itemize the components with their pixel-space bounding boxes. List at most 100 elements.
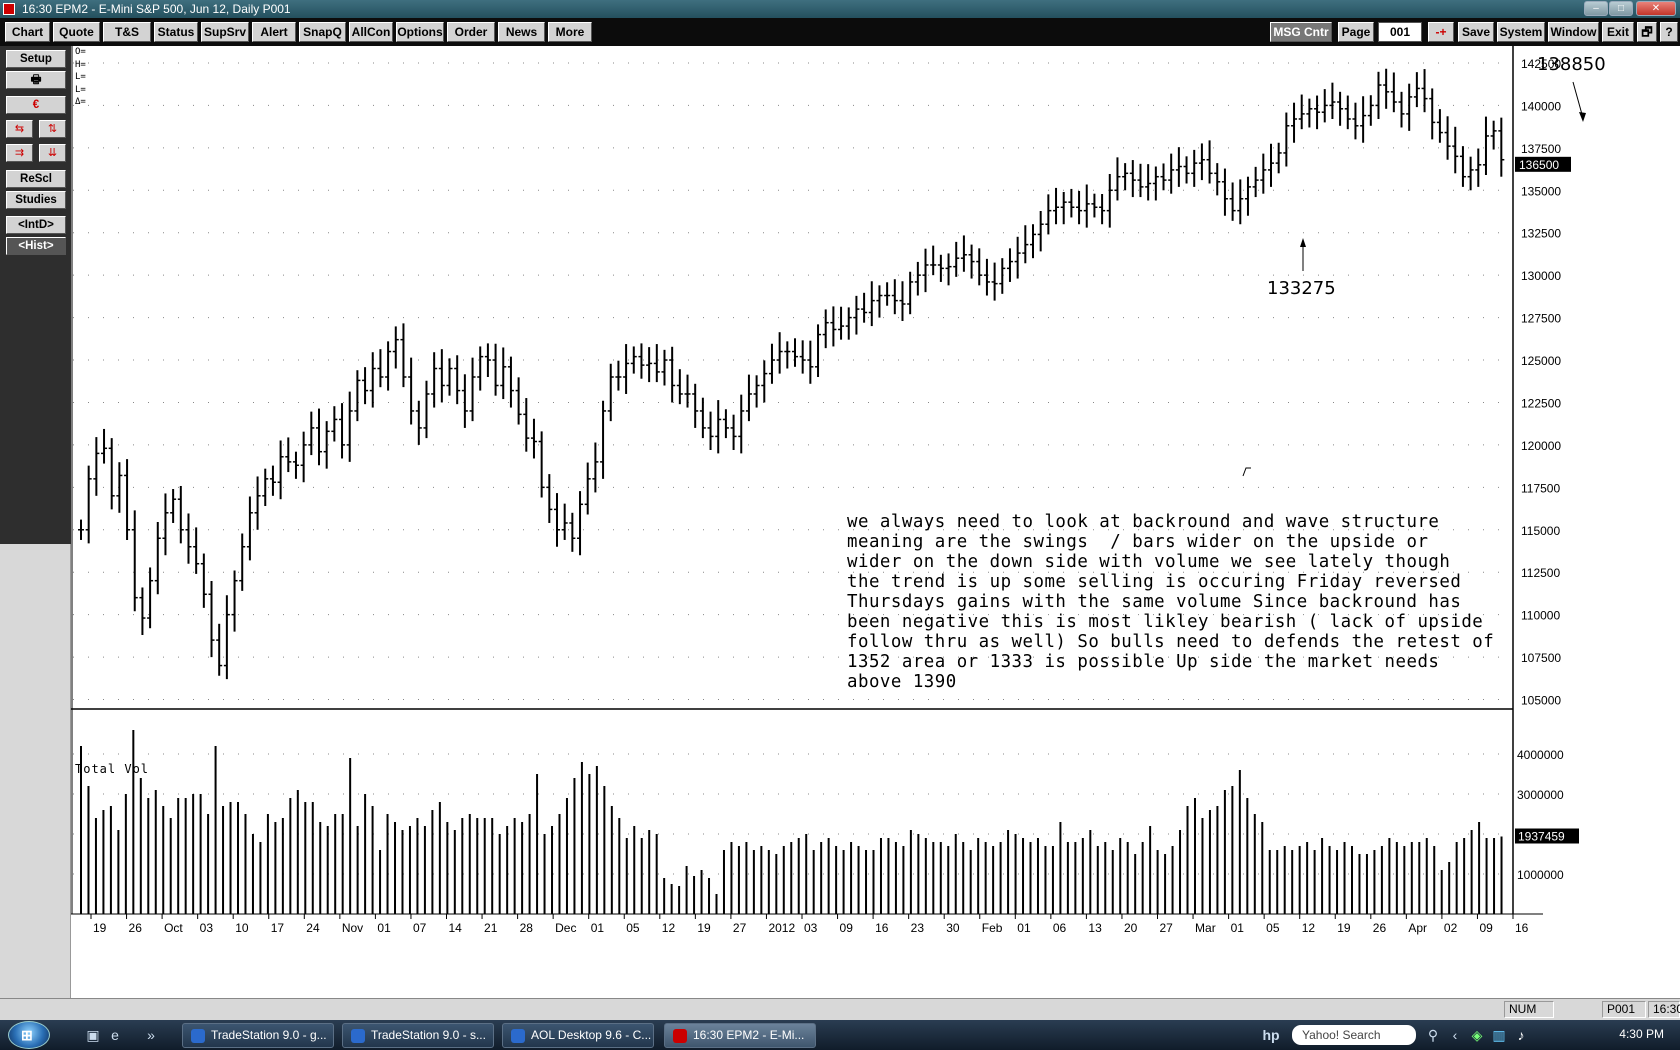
text-anchor-mark: [1242, 467, 1251, 477]
toolbar-chart-button[interactable]: Chart: [5, 22, 50, 42]
title-bar: 16:30 EPM2 - E-Mini S&P 500, Jun 12, Dai…: [0, 0, 1680, 18]
time-axis-label: 01: [377, 921, 391, 935]
time-axis-label: 20: [1124, 921, 1138, 935]
ie-icon: [191, 1029, 205, 1043]
tradestation-window: 16:30 EPM2 - E-Mini S&P 500, Jun 12, Dai…: [0, 0, 1680, 1050]
time-axis-label: 09: [1479, 921, 1493, 935]
price-axis-label: 130000: [1521, 269, 1561, 283]
time-axis-label: 14: [449, 921, 463, 935]
time-axis-label: 16: [875, 921, 889, 935]
show-desktop-icon[interactable]: ▣: [84, 1026, 102, 1044]
toolbar-more-button[interactable]: More: [548, 22, 592, 42]
taskbar-item-tradestation-2[interactable]: TradeStation 9.0 - s...: [342, 1023, 494, 1048]
annotation-low: 133275: [1267, 278, 1336, 299]
expand-vertical-icon[interactable]: ⇊: [39, 144, 66, 162]
time-axis-label: 13: [1088, 921, 1102, 935]
taskbar-item-aol-desktop[interactable]: AOL Desktop 9.6 - C...: [502, 1023, 654, 1048]
history-button[interactable]: <Hist>: [6, 237, 66, 255]
toolbar-alert-button[interactable]: Alert: [252, 22, 296, 42]
help-button[interactable]: ?: [1660, 22, 1678, 42]
last-volume-label: 1937459: [1518, 830, 1565, 844]
start-orb-icon[interactable]: ⊞: [8, 1021, 50, 1049]
save-button[interactable]: Save: [1458, 22, 1494, 42]
time-axis-label: Nov: [342, 921, 363, 935]
toolbar-snapq-button[interactable]: SnapQ: [299, 22, 346, 42]
exit-button[interactable]: Exit: [1602, 22, 1634, 42]
compress-horizontal-icon[interactable]: ⇆: [6, 120, 33, 138]
close-window-button[interactable]: ✕: [1636, 1, 1676, 16]
aol-icon: [511, 1029, 525, 1043]
volume-panel-label: Total Vol: [75, 762, 150, 776]
setup-button[interactable]: Setup: [6, 50, 66, 68]
volume-icon[interactable]: ♪: [1512, 1026, 1530, 1044]
time-axis-label: 12: [662, 921, 676, 935]
chart-commentary-text: we always need to look at backround and …: [847, 512, 1495, 692]
price-axis-label: 140000: [1521, 99, 1561, 113]
toolbar-order-button[interactable]: Order: [447, 22, 495, 42]
ie-icon: [351, 1029, 365, 1043]
volume-axis-label: 1000000: [1517, 868, 1564, 882]
system-button[interactable]: System: [1497, 22, 1545, 42]
page-number-field[interactable]: 001: [1378, 22, 1422, 42]
chart-area[interactable]: 105000 107500 110000 112500 115000 117500 1200…: [71, 46, 1680, 998]
time-axis-label: 06: [1053, 921, 1067, 935]
record-icon: €: [32, 99, 40, 111]
time-axis-label: 27: [733, 921, 747, 935]
time-axis-label: Oct: [164, 921, 183, 935]
time-axis-label: 07: [413, 921, 427, 935]
chart-sidebar: Setup 🖶 € ⇆ ⇅ ⇉ ⇊ ReScl Studies <IntD> <…: [0, 46, 71, 998]
volume-axis-label: 4000000: [1517, 748, 1564, 762]
window-menu-button[interactable]: Window: [1548, 22, 1599, 42]
toolbar-quote-button[interactable]: Quote: [53, 22, 100, 42]
time-axis-label: 17: [271, 921, 285, 935]
search-icon[interactable]: ⚲: [1424, 1026, 1442, 1044]
print-button[interactable]: 🖶: [6, 71, 66, 89]
page-step-button[interactable]: -+: [1428, 22, 1454, 42]
yahoo-search-box[interactable]: Yahoo! Search: [1292, 1025, 1416, 1045]
time-axis-label: 03: [804, 921, 818, 935]
tray-network-icon[interactable]: ▥: [1490, 1026, 1508, 1044]
time-axis-label: 26: [129, 921, 143, 935]
window-title: 16:30 EPM2 - E-Mini S&P 500, Jun 12, Dai…: [22, 2, 291, 16]
time-axis-label: 21: [484, 921, 498, 935]
price-axis-label: 132500: [1521, 227, 1561, 241]
time-axis-label: Apr: [1408, 921, 1427, 935]
record-button[interactable]: €: [6, 96, 66, 114]
low-label: L=: [75, 72, 86, 82]
page-label: Page: [1338, 22, 1374, 42]
taskbar-item-tradestation-1[interactable]: TradeStation 9.0 - g...: [182, 1023, 334, 1048]
toolbar-allcon-button[interactable]: AllCon: [349, 22, 393, 42]
internet-explorer-icon[interactable]: e: [106, 1026, 124, 1044]
toolbar-status-button[interactable]: Status: [154, 22, 198, 42]
restore-icon[interactable]: 🗗: [1637, 22, 1657, 42]
time-axis-label: 01: [1231, 921, 1245, 935]
maximize-window-button[interactable]: □: [1609, 1, 1633, 16]
annotation-low-arrowhead: [1300, 238, 1306, 247]
msg-center-button[interactable]: MSG Cntr: [1270, 22, 1332, 42]
time-axis-label: 24: [306, 921, 320, 935]
quicklaunch-more-icon[interactable]: »: [142, 1026, 160, 1044]
studies-button[interactable]: Studies: [6, 191, 66, 209]
tray-chevron-icon[interactable]: ‹: [1446, 1026, 1464, 1044]
toolbar-news-button[interactable]: News: [498, 22, 545, 42]
expand-horizontal-icon[interactable]: ⇉: [6, 144, 33, 162]
minimize-window-button[interactable]: –: [1584, 1, 1608, 16]
status-bar: NUM P001 16:30: [0, 998, 1680, 1020]
intraday-button[interactable]: <IntD>: [6, 216, 66, 234]
high-label: H=: [75, 59, 86, 70]
time-axis-label: 28: [520, 921, 534, 935]
toolbar-supsrv-button[interactable]: SupSrv: [201, 22, 249, 42]
price-axis-label: 120000: [1521, 439, 1561, 453]
toolbar-ts-button[interactable]: T&S: [103, 22, 151, 42]
time-axis-label: 02: [1444, 921, 1458, 935]
time-axis-label: 19: [697, 921, 711, 935]
time-axis-label: 12: [1302, 921, 1316, 935]
volume-axis-label: 3000000: [1517, 788, 1564, 802]
toolbar-options-button[interactable]: Options: [396, 22, 444, 42]
tray-app-icon[interactable]: ◈: [1468, 1026, 1486, 1044]
price-axis-label: 105000: [1521, 694, 1561, 708]
rescale-button[interactable]: ReScl: [6, 170, 66, 188]
time-axis-label: Feb: [982, 921, 1003, 935]
taskbar-item-epm2-chart[interactable]: 16:30 EPM2 - E-Mi...: [664, 1023, 816, 1048]
compress-vertical-icon[interactable]: ⇅: [39, 120, 66, 138]
